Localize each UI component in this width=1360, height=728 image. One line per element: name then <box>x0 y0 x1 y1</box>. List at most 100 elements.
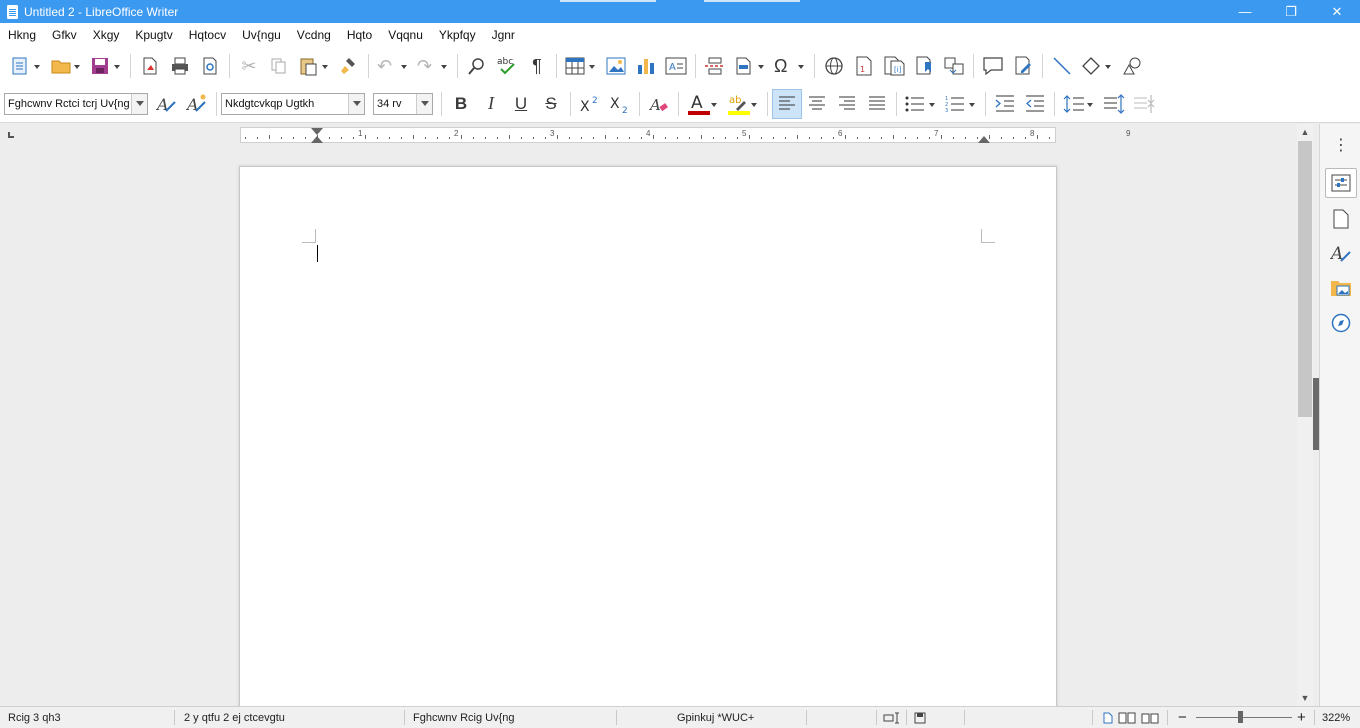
menu-table[interactable]: Vcdng <box>297 28 331 42</box>
maximize-button[interactable]: ❐ <box>1268 0 1314 23</box>
page-count[interactable]: Rcig 3 qh3 <box>8 707 61 728</box>
zoom-out-icon[interactable]: − <box>1178 707 1187 728</box>
insert-field-icon[interactable] <box>730 51 770 81</box>
menu-insert[interactable]: Kpugtv <box>135 28 172 42</box>
align-center-icon[interactable] <box>802 89 832 119</box>
sidebar-menu-icon[interactable]: ⋮ <box>1325 130 1357 160</box>
bold-icon[interactable]: B <box>446 89 476 119</box>
endnote-icon[interactable]: [i] <box>879 51 909 81</box>
navigator-icon[interactable] <box>1325 308 1357 338</box>
book-view-icon[interactable] <box>1141 707 1159 728</box>
decrease-indent-icon[interactable] <box>1020 89 1050 119</box>
menu-form[interactable]: Hqto <box>347 28 372 42</box>
minimize-button[interactable]: — <box>1222 0 1268 23</box>
footnote-icon[interactable]: 1 <box>849 51 879 81</box>
properties-icon[interactable] <box>1325 168 1357 198</box>
subscript-icon[interactable]: X2 <box>605 89 635 119</box>
font-color-icon[interactable]: A <box>683 89 723 119</box>
tab-type-selector-icon[interactable] <box>8 132 14 138</box>
font-name-combo[interactable]: Nkdgtcvkqp Ugtkh <box>221 92 365 115</box>
highlight-color-icon[interactable]: ab <box>723 89 763 119</box>
track-changes-icon[interactable] <box>1008 51 1038 81</box>
chevron-down-icon[interactable] <box>348 93 364 114</box>
formatting-marks-icon[interactable]: ¶ <box>522 51 552 81</box>
justify-icon[interactable] <box>862 89 892 119</box>
spellcheck-icon[interactable]: abc <box>492 51 522 81</box>
insert-image-icon[interactable] <box>601 51 631 81</box>
zoom-in-icon[interactable]: + <box>1297 707 1306 728</box>
print-icon[interactable] <box>165 51 195 81</box>
vertical-scrollbar[interactable]: ▲ ▼ <box>1297 124 1313 706</box>
zoom-slider[interactable] <box>1196 717 1292 718</box>
bookmark-icon[interactable] <box>909 51 939 81</box>
bullet-list-icon[interactable] <box>901 89 941 119</box>
close-button[interactable]: ✕ <box>1314 0 1360 23</box>
paragraph-style-combo[interactable]: Fghcwnv Rctci tcrj Uv{ng <box>4 92 148 115</box>
menu-file[interactable]: Hkng <box>8 28 36 42</box>
special-character-icon[interactable]: Ω <box>770 51 810 81</box>
hyperlink-icon[interactable] <box>819 51 849 81</box>
increase-indent-icon[interactable] <box>990 89 1020 119</box>
chevron-down-icon[interactable] <box>131 93 147 114</box>
export-pdf-icon[interactable] <box>135 51 165 81</box>
insert-mode-icon[interactable] <box>883 707 901 728</box>
document-canvas[interactable] <box>0 144 1297 706</box>
strikethrough-icon[interactable]: S <box>536 89 566 119</box>
superscript-icon[interactable]: X2 <box>575 89 605 119</box>
gallery-icon[interactable] <box>1325 273 1357 303</box>
cross-reference-icon[interactable] <box>939 51 969 81</box>
document-modified-icon[interactable] <box>914 707 926 728</box>
menu-edit[interactable]: Gfkv <box>52 28 77 42</box>
insert-chart-icon[interactable] <box>631 51 661 81</box>
styles-icon[interactable]: A <box>1325 238 1357 268</box>
new-style-icon[interactable]: A <box>182 89 212 119</box>
menu-format[interactable]: Hqtocv <box>189 28 226 42</box>
zoom-level[interactable]: 322% <box>1322 707 1350 728</box>
decrease-paragraph-spacing-icon[interactable] <box>1129 89 1159 119</box>
undo-icon[interactable]: ↶ <box>373 51 413 81</box>
chevron-down-icon[interactable] <box>416 93 432 114</box>
redo-icon[interactable]: ↷ <box>413 51 453 81</box>
align-right-icon[interactable] <box>832 89 862 119</box>
page-icon[interactable] <box>1325 204 1357 234</box>
basic-shapes-icon[interactable] <box>1077 51 1117 81</box>
comment-icon[interactable] <box>978 51 1008 81</box>
insert-textbox-icon[interactable]: A <box>661 51 691 81</box>
menu-help[interactable]: Jgnr <box>492 28 515 42</box>
zoom-slider-knob[interactable] <box>1238 711 1243 723</box>
increase-paragraph-spacing-icon[interactable] <box>1099 89 1129 119</box>
scroll-up-icon[interactable]: ▲ <box>1297 124 1313 140</box>
single-page-view-icon[interactable] <box>1103 707 1113 728</box>
language[interactable]: Gpinkuj *WUC+ <box>677 707 754 728</box>
menu-tools[interactable]: Vqqnu <box>388 28 423 42</box>
multi-page-view-icon[interactable] <box>1118 707 1136 728</box>
scrollbar-thumb[interactable] <box>1298 141 1312 417</box>
update-style-icon[interactable]: A <box>152 89 182 119</box>
copy-icon[interactable] <box>264 51 294 81</box>
page-break-icon[interactable] <box>700 51 730 81</box>
font-size-combo[interactable]: 34 rv <box>373 92 433 115</box>
save-icon[interactable] <box>86 51 126 81</box>
scroll-down-icon[interactable]: ▼ <box>1297 690 1313 706</box>
document-page[interactable] <box>239 166 1057 706</box>
menu-view[interactable]: Xkgy <box>93 28 120 42</box>
find-replace-icon[interactable] <box>462 51 492 81</box>
paste-icon[interactable] <box>294 51 334 81</box>
print-preview-icon[interactable] <box>195 51 225 81</box>
insert-table-icon[interactable] <box>561 51 601 81</box>
align-left-icon[interactable] <box>772 88 802 119</box>
clone-formatting-icon[interactable] <box>334 51 364 81</box>
menu-window[interactable]: Ykpfqy <box>439 28 476 42</box>
line-spacing-icon[interactable] <box>1059 89 1099 119</box>
line-icon[interactable] <box>1047 51 1077 81</box>
italic-icon[interactable]: I <box>476 89 506 119</box>
open-folder-icon[interactable] <box>46 51 86 81</box>
horizontal-ruler[interactable]: 1 2 3 4 5 6 7 8 9 <box>240 127 1130 143</box>
page-style[interactable]: Fghcwnv Rcig Uv{ng <box>413 707 515 728</box>
word-count[interactable]: 2 y qtfu 2 ej ctcevgtu <box>184 707 285 728</box>
numbered-list-icon[interactable]: 123 <box>941 89 981 119</box>
first-line-indent-marker[interactable] <box>311 128 323 135</box>
underline-icon[interactable]: U <box>506 89 536 119</box>
clear-formatting-icon[interactable]: A <box>644 89 674 119</box>
cut-icon[interactable]: ✂ <box>234 51 264 81</box>
